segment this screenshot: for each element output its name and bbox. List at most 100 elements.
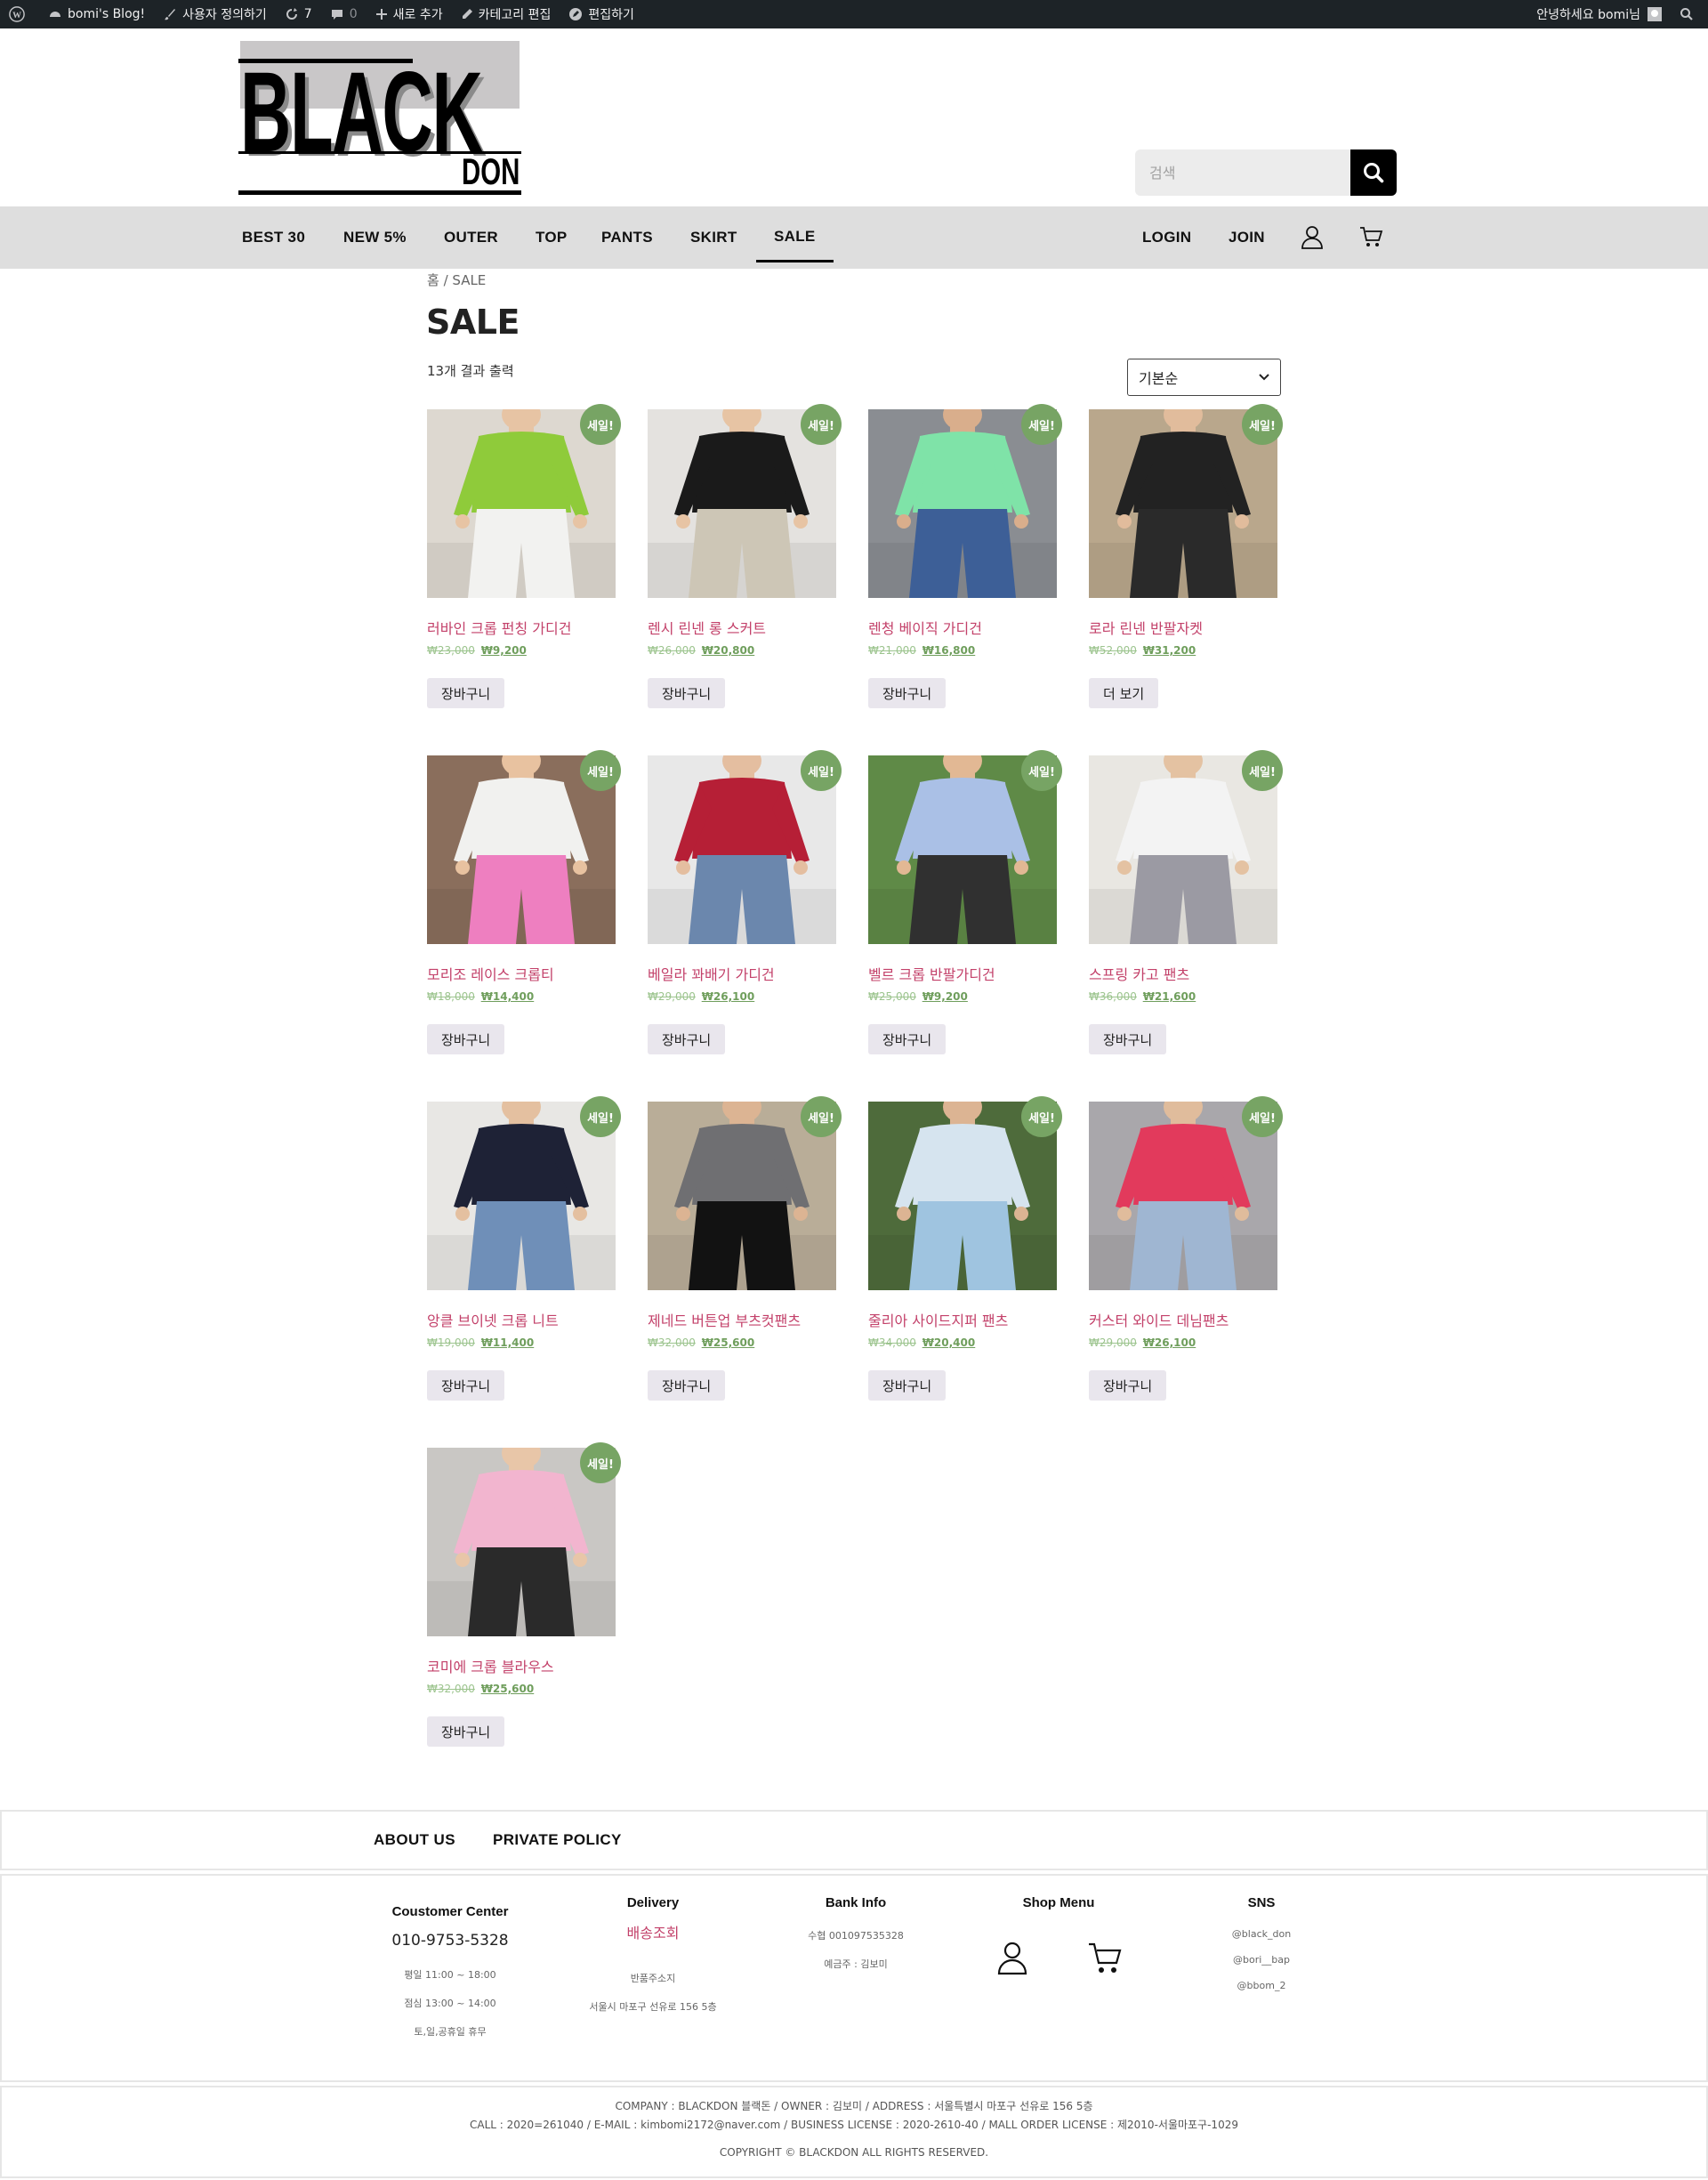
updates-link[interactable]: 7 xyxy=(276,0,321,28)
sale-price: ₩14,400 xyxy=(480,990,535,1003)
add-to-cart-button[interactable]: 장바구니 xyxy=(868,1024,947,1054)
nav-item-pants[interactable]: PANTS xyxy=(601,206,653,269)
sale-price: ₩20,400 xyxy=(922,1336,976,1349)
product-name[interactable]: 렌청 베이직 가디건 xyxy=(868,617,982,638)
customize-link[interactable]: 사용자 정의하기 xyxy=(154,0,276,28)
edit-link[interactable]: 편집하기 xyxy=(560,0,643,28)
original-price: ₩36,000 xyxy=(1089,990,1137,1003)
product-price: ₩29,000 ₩26,100 xyxy=(1089,1336,1196,1349)
product-name[interactable]: 스프링 카고 팬츠 xyxy=(1089,963,1189,984)
nav-item-best30[interactable]: BEST 30 xyxy=(242,206,305,269)
add-to-cart-button[interactable]: 장바구니 xyxy=(427,1370,505,1401)
customer-phone: 010-9753-5328 xyxy=(391,1932,509,1950)
sale-badge: 세일! xyxy=(801,750,842,791)
product-name[interactable]: 베일라 꽈배기 가디건 xyxy=(648,963,775,984)
login-link[interactable]: LOGIN xyxy=(1142,206,1191,269)
customer-center-title: Coustomer Center xyxy=(391,1904,509,1919)
nav-item-top[interactable]: TOP xyxy=(536,206,568,269)
product-name[interactable]: 렌시 린넨 롱 스커트 xyxy=(648,617,766,638)
sale-badge: 세일! xyxy=(1021,1096,1062,1137)
add-to-cart-button[interactable]: 장바구니 xyxy=(868,1370,947,1401)
edit-category-link[interactable]: 카테고리 편집 xyxy=(452,0,560,28)
add-to-cart-button[interactable]: 장바구니 xyxy=(648,1024,726,1054)
add-to-cart-button[interactable]: 장바구니 xyxy=(648,678,726,708)
bank-title: Bank Info xyxy=(825,1895,887,1910)
pencil-icon xyxy=(462,9,472,19)
add-to-cart-button[interactable]: 장바구니 xyxy=(427,1024,505,1054)
nav-item-new[interactable]: NEW 5% xyxy=(343,206,407,269)
delivery-tracking-link[interactable]: 배송조회 xyxy=(564,1921,742,1942)
product-name[interactable]: 러바인 크롭 펀칭 가디건 xyxy=(427,617,571,638)
join-link[interactable]: JOIN xyxy=(1229,206,1265,269)
sale-badge: 세일! xyxy=(580,750,621,791)
sale-badge: 세일! xyxy=(580,404,621,445)
add-to-cart-button[interactable]: 장바구니 xyxy=(427,1716,505,1747)
sale-badge: 세일! xyxy=(580,1442,621,1483)
add-to-cart-button[interactable]: 장바구니 xyxy=(427,678,505,708)
nav-item-sale[interactable]: SALE xyxy=(756,213,834,262)
sale-badge: 세일! xyxy=(580,1096,621,1137)
product-price: ₩18,000 ₩14,400 xyxy=(427,990,534,1003)
nav-item-outer[interactable]: OUTER xyxy=(444,206,498,269)
site-logo[interactable]: BLACK DON xyxy=(238,39,521,196)
delivery-title: Delivery xyxy=(626,1895,680,1910)
sale-price: ₩9,200 xyxy=(922,990,968,1003)
product-price: ₩25,000 ₩9,200 xyxy=(868,990,968,1003)
original-price: ₩19,000 xyxy=(427,1336,475,1349)
my-account-link[interactable]: 안녕하세요 bomi님 xyxy=(1527,0,1671,28)
comment-icon xyxy=(331,10,342,20)
search-button[interactable] xyxy=(1350,149,1397,196)
product-price: ₩32,000 ₩25,600 xyxy=(427,1683,534,1695)
hours-weekday: 평일 11:00 ~ 18:00 xyxy=(404,1969,496,1981)
main-nav: BEST 30 NEW 5% OUTER TOP PANTS SKIRT SAL… xyxy=(0,206,1708,269)
product-price: ₩36,000 ₩21,600 xyxy=(1089,990,1196,1003)
privacy-policy-link[interactable]: PRIVATE POLICY xyxy=(493,1812,622,1869)
product-name[interactable]: 제네드 버튼업 부츠컷팬츠 xyxy=(648,1309,801,1330)
footer-cart-icon[interactable] xyxy=(1087,1940,1123,1979)
search-form xyxy=(1135,149,1397,196)
product-name[interactable]: 앙클 브이넷 크롭 니트 xyxy=(427,1309,559,1330)
chevron-down-icon xyxy=(1259,374,1269,381)
orderby-select[interactable]: 기본순 xyxy=(1127,359,1281,396)
original-price: ₩26,000 xyxy=(648,644,696,657)
add-to-cart-button[interactable]: 장바구니 xyxy=(868,678,947,708)
shop-menu-title: Shop Menu xyxy=(1022,1895,1095,1910)
sale-price: ₩11,400 xyxy=(480,1336,535,1349)
comments-link[interactable]: 0 xyxy=(321,0,367,28)
sns-instagram-1[interactable]: @black_don xyxy=(1190,1928,1333,1940)
product-name[interactable]: 커스터 와이드 데님팬츠 xyxy=(1089,1309,1229,1330)
product-name[interactable]: 모리조 레이스 크롭티 xyxy=(427,963,554,984)
sns-instagram-3[interactable]: @bbom_2 xyxy=(1190,1980,1333,1991)
sale-price: ₩21,600 xyxy=(1142,990,1196,1003)
new-content-link[interactable]: 새로 추가 xyxy=(367,0,452,28)
sns-instagram-2[interactable]: @bori__bap xyxy=(1190,1954,1333,1966)
account-icon[interactable] xyxy=(1301,224,1324,253)
add-to-cart-button[interactable]: 장바구니 xyxy=(1089,1024,1167,1054)
product-name[interactable]: 벨르 크롭 반팔가디건 xyxy=(868,963,995,984)
product-price: ₩29,000 ₩26,100 xyxy=(648,990,754,1003)
add-to-cart-button[interactable]: 더 보기 xyxy=(1089,678,1159,708)
nav-item-skirt[interactable]: SKIRT xyxy=(690,206,737,269)
add-to-cart-button[interactable]: 장바구니 xyxy=(648,1370,726,1401)
wordpress-logo-icon[interactable]: W xyxy=(0,0,39,28)
admin-search-icon[interactable] xyxy=(1671,0,1708,28)
search-input[interactable] xyxy=(1135,149,1350,196)
customize-label: 사용자 정의하기 xyxy=(182,8,267,22)
sale-price: ₩26,100 xyxy=(701,990,755,1003)
original-price: ₩32,000 xyxy=(648,1336,696,1349)
product-name[interactable]: 줄리아 사이드지퍼 팬츠 xyxy=(868,1309,1008,1330)
product-price: ₩34,000 ₩20,400 xyxy=(868,1336,975,1349)
page-title: SALE xyxy=(426,303,520,342)
footer-account-icon[interactable] xyxy=(996,1940,1028,1979)
orderby-value: 기본순 xyxy=(1139,370,1179,387)
footer-main: Coustomer Center 010-9753-5328 평일 11:00 … xyxy=(0,1874,1708,2082)
add-to-cart-button[interactable]: 장바구니 xyxy=(1089,1370,1167,1401)
updates-icon xyxy=(286,8,297,20)
cart-icon[interactable] xyxy=(1358,224,1383,253)
product-name[interactable]: 코미에 크롭 블라우스 xyxy=(427,1655,554,1676)
product-name[interactable]: 로라 린넨 반팔자켓 xyxy=(1089,617,1203,638)
site-name-link[interactable]: bomi's Blog! xyxy=(39,0,154,28)
site-name: bomi's Blog! xyxy=(68,7,146,21)
about-us-link[interactable]: ABOUT US xyxy=(374,1812,455,1869)
updates-count: 7 xyxy=(303,7,312,21)
